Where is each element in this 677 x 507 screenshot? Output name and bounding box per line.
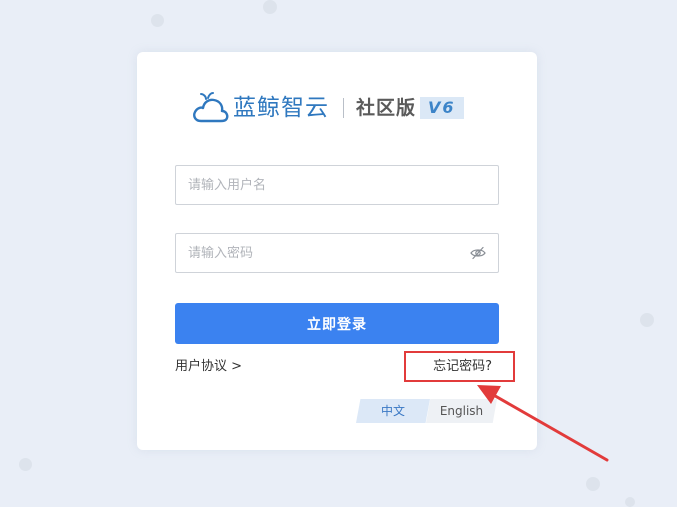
logo-brand-text: 蓝鲸智云 — [233, 95, 329, 121]
login-button[interactable]: 立即登录 — [175, 303, 499, 344]
background-dot — [151, 14, 164, 27]
username-field-wrapper — [175, 165, 499, 205]
logo-divider — [343, 98, 344, 118]
background-dot — [263, 0, 277, 14]
logo-edition-text: 社区版 — [356, 97, 417, 119]
cloud-logo-icon — [193, 92, 229, 123]
background-dot — [586, 477, 600, 491]
username-input[interactable] — [176, 166, 498, 204]
language-option-english[interactable]: English — [426, 399, 497, 423]
eye-off-icon[interactable] — [470, 246, 486, 260]
login-card: 蓝鲸智云 社区版 V6 立即登录 用户协议 > 忘记密码? 中文 English — [137, 52, 537, 450]
user-agreement-link[interactable]: 用户协议 > — [175, 358, 242, 376]
password-input[interactable] — [176, 234, 498, 272]
background-dot — [625, 497, 635, 507]
logo: 蓝鲸智云 社区版 V6 — [192, 90, 464, 126]
language-option-chinese[interactable]: 中文 — [356, 399, 430, 423]
forgot-password-link[interactable]: 忘记密码? — [433, 358, 492, 376]
background-dot — [19, 458, 32, 471]
version-badge: V6 — [420, 97, 464, 119]
language-switch: 中文 English — [356, 399, 497, 423]
password-field-wrapper — [175, 233, 499, 273]
background-dot — [640, 313, 654, 327]
